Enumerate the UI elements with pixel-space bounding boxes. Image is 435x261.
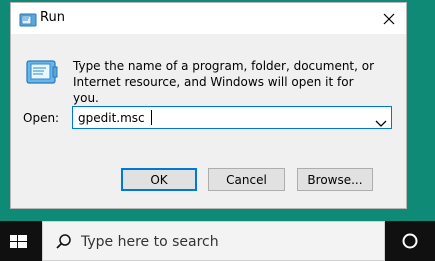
cortana-button[interactable] — [385, 221, 435, 261]
run-dialog: Run Type the name of a program, folder, … — [10, 2, 407, 209]
open-combobox[interactable] — [72, 106, 392, 129]
search-icon — [55, 233, 73, 251]
run-description: Type the name of a program, folder, docu… — [73, 59, 375, 105]
chevron-down-icon[interactable] — [375, 113, 387, 127]
run-app-icon — [25, 59, 59, 87]
taskbar: Type here to search — [0, 221, 435, 261]
close-icon — [378, 8, 400, 30]
windows-logo-icon — [0, 235, 38, 261]
close-button[interactable] — [378, 8, 400, 30]
run-icon — [19, 12, 37, 27]
open-input[interactable] — [73, 107, 369, 128]
browse-button[interactable]: Browse... — [297, 168, 373, 191]
taskbar-search[interactable]: Type here to search — [42, 221, 385, 261]
cortana-icon — [385, 233, 435, 261]
search-placeholder: Type here to search — [81, 234, 219, 250]
open-label: Open: — [23, 111, 60, 125]
start-button[interactable] — [0, 221, 38, 261]
text-cursor — [151, 110, 152, 125]
cancel-button[interactable]: Cancel — [208, 168, 285, 191]
ok-button[interactable]: OK — [121, 168, 197, 191]
window-title: Run — [40, 10, 65, 25]
title-bar: Run — [11, 3, 406, 34]
